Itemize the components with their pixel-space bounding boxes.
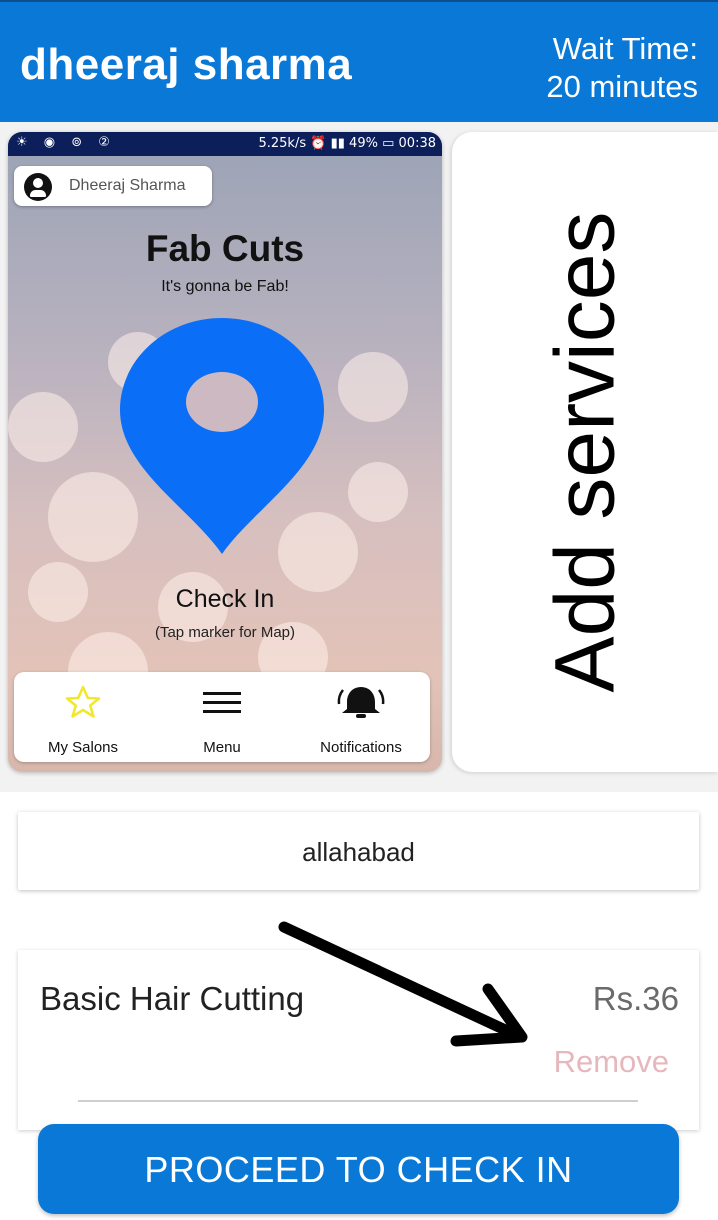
- user-name: dheeraj sharma: [20, 40, 353, 89]
- clock: 00:38: [398, 136, 436, 151]
- remove-service-button[interactable]: Remove: [554, 1044, 669, 1080]
- wait-time-value: 20 minutes: [546, 69, 698, 104]
- battery-level: 49%: [349, 136, 378, 151]
- user-chip[interactable]: Dheeraj Sharma: [14, 166, 212, 206]
- add-services-label: Add services: [537, 211, 632, 693]
- user-chip-name: Dheeraj Sharma: [69, 177, 186, 194]
- nav-label: My Salons: [47, 739, 119, 756]
- location-marker-icon[interactable]: [120, 318, 324, 554]
- divider: [78, 1100, 638, 1102]
- app-header: dheeraj sharma Wait Time: 20 minutes: [0, 0, 718, 122]
- salon-tagline: It's gonna be Fab!: [161, 278, 289, 295]
- service-name: Basic Hair Cutting: [40, 980, 305, 1017]
- status-icons: ☀ ◉ ⊚ ②: [16, 135, 116, 150]
- nav-item-my-salons[interactable]: My Salons: [14, 672, 152, 762]
- bell-icon: [337, 687, 385, 718]
- battery-icon: ▭: [382, 136, 395, 151]
- nav-label: Notifications: [320, 739, 402, 756]
- salon-preview-card[interactable]: ☀ ◉ ⊚ ② 5.25k/s ⏰ ▮▮ 49% ▭ 00:38 Dheeraj…: [8, 132, 442, 772]
- location-field[interactable]: allahabad: [18, 812, 699, 890]
- wait-time: Wait Time: 20 minutes: [546, 30, 698, 106]
- check-in-label[interactable]: Check In: [8, 585, 442, 614]
- network-speed: 5.25k/s: [258, 136, 307, 151]
- bottom-nav: My Salons Menu Notifications: [14, 672, 430, 762]
- proceed-to-check-in-button[interactable]: PROCEED TO CHECK IN: [38, 1124, 679, 1214]
- nav-item-notifications[interactable]: Notifications: [292, 672, 430, 762]
- nav-label: Menu: [203, 739, 241, 756]
- status-info: 5.25k/s ⏰ ▮▮ 49% ▭ 00:38: [258, 136, 436, 151]
- salon-title: Fab Cuts: [145, 228, 305, 269]
- menu-icon: [203, 692, 241, 713]
- star-icon: [65, 685, 101, 718]
- wait-time-label: Wait Time:: [552, 31, 698, 66]
- account-icon: [24, 173, 52, 201]
- service-cards-carousel: ☀ ◉ ⊚ ② 5.25k/s ⏰ ▮▮ 49% ▭ 00:38 Dheeraj…: [0, 122, 718, 792]
- nav-item-menu[interactable]: Menu: [153, 672, 291, 762]
- check-in-hint: (Tap marker for Map): [154, 624, 296, 641]
- add-services-card[interactable]: Add services: [452, 132, 718, 772]
- selected-service-card: Basic Hair Cutting Rs.36 Remove: [18, 950, 699, 1130]
- phone-status-bar: ☀ ◉ ⊚ ② 5.25k/s ⏰ ▮▮ 49% ▭ 00:38: [8, 132, 442, 156]
- service-price: Rs.36: [592, 980, 679, 1017]
